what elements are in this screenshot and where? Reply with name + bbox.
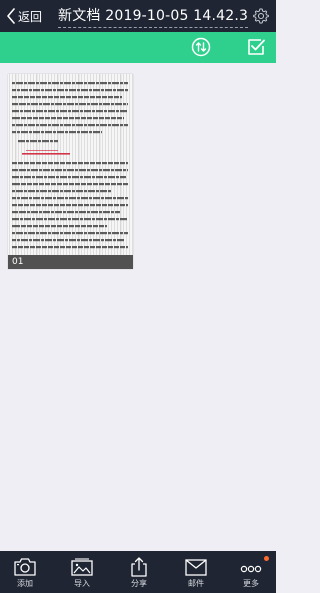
tab-label: 导入 <box>74 579 90 588</box>
scanned-page-preview <box>8 74 133 269</box>
chevron-left-icon <box>7 8 15 24</box>
top-navigation-bar: 返回 新文档 2019-10-05 14.42.31 <box>0 0 276 32</box>
tab-label: 更多 <box>243 579 259 588</box>
tab-label: 添加 <box>17 579 33 588</box>
tab-more[interactable]: 更多 <box>226 551 276 593</box>
checkbox-select-icon[interactable] <box>246 37 266 57</box>
share-icon <box>131 557 147 577</box>
tab-add[interactable]: 添加 <box>0 551 50 593</box>
document-title[interactable]: 新文档 2019-10-05 14.42.31 <box>58 6 248 26</box>
title-edit-underline <box>58 27 248 28</box>
tab-mail[interactable]: 邮件 <box>171 551 221 593</box>
tab-import[interactable]: 导入 <box>57 551 107 593</box>
bottom-tab-bar: 添加 导入 分享 邮件 更多 <box>0 551 276 593</box>
camera-icon <box>14 558 36 576</box>
thumbnail-footer: 01 <box>8 255 133 269</box>
tab-label: 分享 <box>131 579 147 588</box>
back-label: 返回 <box>18 9 43 24</box>
tab-share[interactable]: 分享 <box>114 551 164 593</box>
sort-arrows-icon[interactable] <box>191 37 211 57</box>
notification-badge <box>264 556 269 561</box>
more-icon <box>240 565 262 573</box>
back-button[interactable]: 返回 <box>6 6 42 26</box>
import-image-icon <box>71 558 93 576</box>
page-thumbnail[interactable]: 01 <box>8 74 133 269</box>
mail-icon <box>185 559 207 576</box>
action-toolbar <box>0 32 276 63</box>
gear-icon[interactable] <box>252 7 270 25</box>
page-index-label: 01 <box>12 257 24 267</box>
tab-label: 邮件 <box>188 579 204 588</box>
